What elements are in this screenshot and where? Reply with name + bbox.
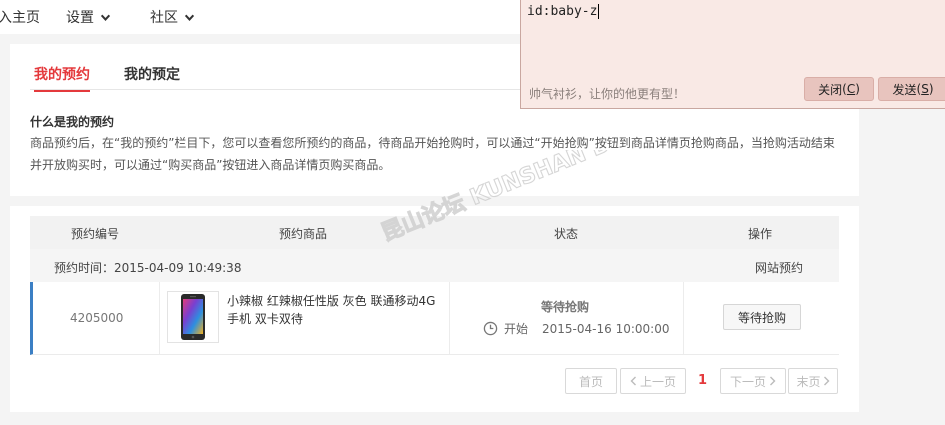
product-name-link[interactable]: 小辣椒 红辣椒任性版 灰色 联通移动4G手机 双卡双待 — [227, 292, 437, 328]
reservation-channel: 网站预约 — [755, 261, 804, 275]
close-shortcut: C — [846, 82, 856, 96]
table-row: 4205000 小辣椒 红辣椒任性版 灰色 联通移动4G手机 双卡双待 等待抢购… — [30, 282, 839, 355]
nav-community-menu[interactable]: 社区 — [150, 7, 195, 27]
send-shortcut: S — [921, 82, 929, 96]
product-thumbnail[interactable] — [167, 291, 219, 343]
nav-settings-label: 设置 — [66, 10, 94, 26]
next-page-label: 下一页 — [729, 374, 766, 389]
status-start-time: 开始 2015-04-16 10:00:00 — [483, 320, 669, 337]
chat-ad-hint[interactable]: 帅气衬衫，让你的他更有型！ — [529, 85, 685, 102]
reservation-table-card: 预约编号 预约商品 状态 操作 预约时间：2015-04-09 10:49:38… — [10, 206, 859, 412]
column-divider — [159, 282, 160, 354]
order-group-row: 预约时间：2015-04-09 10:49:38 网站预约 — [30, 249, 839, 282]
help-title: 什么是我的预约 — [30, 115, 115, 129]
chat-popup: id:baby-z 帅气衬衫，让你的他更有型！ 关闭(C) 发送(S) — [520, 0, 945, 109]
phone-image-icon — [181, 294, 205, 340]
header-action: 操作 — [748, 227, 773, 241]
nav-home-link[interactable]: 入主页 — [0, 7, 40, 27]
chat-input-value: id:baby-z — [527, 4, 598, 19]
nav-community-label: 社区 — [150, 10, 178, 26]
next-page-button[interactable]: 下一页 — [720, 368, 786, 394]
chevron-right-icon — [823, 376, 829, 386]
first-page-button[interactable]: 首页 — [565, 368, 617, 394]
column-divider — [449, 282, 450, 354]
start-time-value: 2015-04-16 10:00:00 — [542, 321, 670, 336]
start-label: 开始 — [504, 322, 529, 336]
close-label: 关闭 — [818, 82, 843, 97]
reservation-time: 预约时间：2015-04-09 10:49:38 — [54, 261, 242, 275]
chat-close-button[interactable]: 关闭(C) — [804, 77, 874, 101]
prev-page-label: 上一页 — [639, 374, 676, 389]
send-label: 发送 — [892, 82, 917, 97]
status-title: 等待抢购 — [541, 300, 590, 314]
current-page-number: 1 — [698, 373, 708, 388]
chevron-down-icon — [100, 14, 111, 21]
last-page-button[interactable]: 末页 — [788, 368, 838, 394]
tab-my-reservations[interactable]: 我的预约 — [34, 64, 90, 92]
column-divider — [683, 282, 684, 354]
order-number: 4205000 — [70, 311, 124, 325]
chat-send-button[interactable]: 发送(S) — [878, 77, 945, 101]
chevron-left-icon — [630, 376, 636, 386]
nav-settings-menu[interactable]: 设置 — [66, 7, 111, 27]
wait-rush-buy-button[interactable]: 等待抢购 — [723, 304, 801, 330]
header-product: 预约商品 — [279, 227, 328, 241]
help-text: 商品预约后，在“我的预约”栏目下，您可以查看您所预约的商品，待商品开始抢购时，可… — [30, 136, 835, 172]
last-page-label: 末页 — [796, 374, 821, 389]
table-header: 预约编号 预约商品 状态 操作 — [30, 216, 839, 249]
chat-message-input[interactable]: id:baby-z — [527, 4, 907, 19]
header-order-no: 预约编号 — [71, 227, 120, 241]
clock-icon — [483, 321, 498, 336]
header-status: 状态 — [554, 227, 579, 241]
text-caret — [598, 4, 600, 19]
prev-page-button[interactable]: 上一页 — [620, 368, 686, 394]
chevron-right-icon — [770, 376, 776, 386]
chevron-down-icon — [184, 14, 195, 21]
tab-my-bookings[interactable]: 我的预定 — [124, 64, 180, 90]
